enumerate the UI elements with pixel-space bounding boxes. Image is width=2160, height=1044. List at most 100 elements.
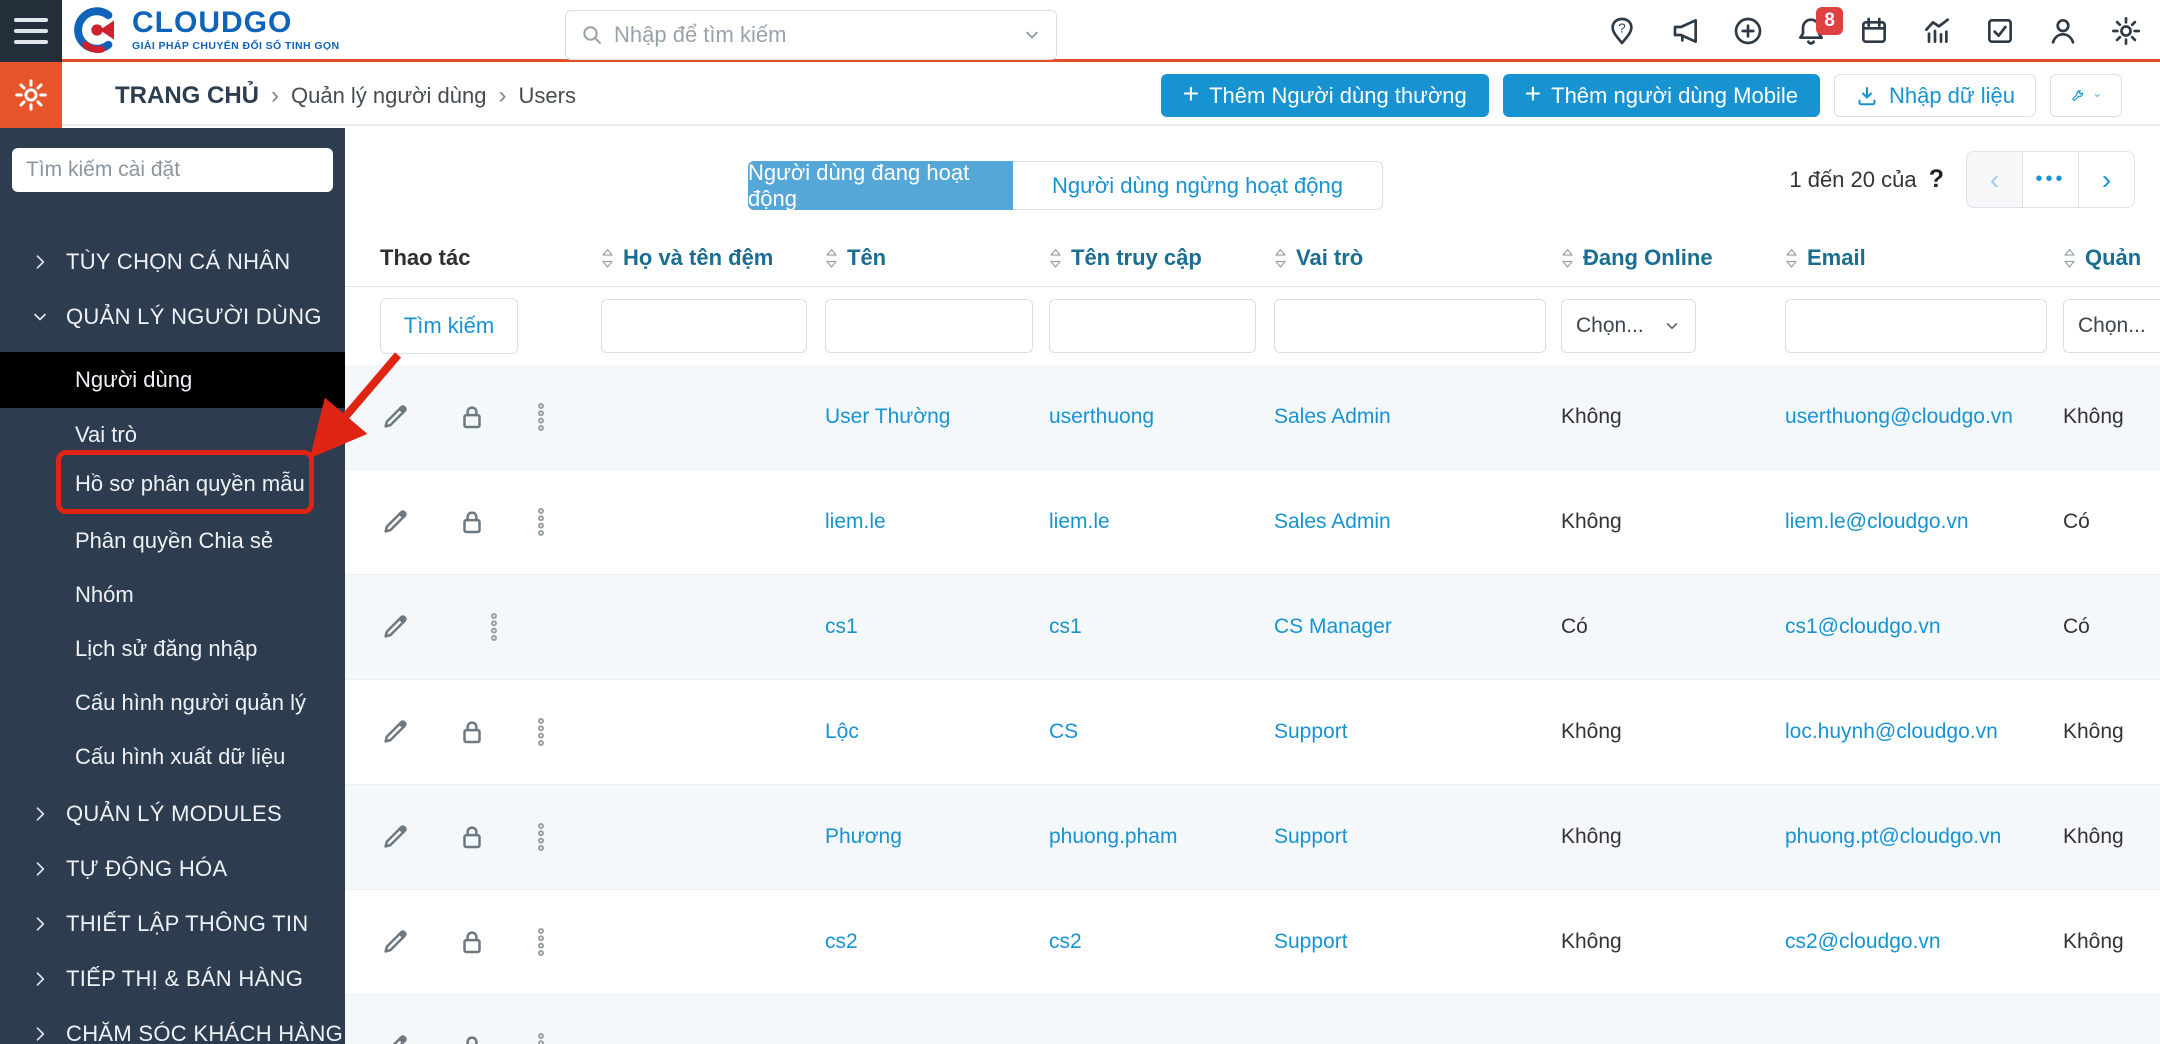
edit-icon[interactable] bbox=[380, 507, 410, 537]
sidebar-item-permission-profiles[interactable]: Hồ sơ phân quyền mẫu bbox=[0, 457, 345, 511]
sidebar-item-roles[interactable]: Vai trò bbox=[0, 408, 345, 462]
tools-dropdown-button[interactable] bbox=[2050, 74, 2122, 117]
tab-inactive-users[interactable]: Người dùng ngừng hoạt động bbox=[1013, 161, 1383, 210]
add-regular-user-button[interactable]: + Thêm Người dùng thường bbox=[1160, 74, 1489, 117]
user-profile-icon[interactable] bbox=[2047, 15, 2079, 47]
kebab-menu-icon[interactable] bbox=[534, 1032, 548, 1044]
lock-icon[interactable] bbox=[457, 507, 487, 537]
cell-username[interactable]: phuong.pham bbox=[1049, 825, 1274, 849]
column-header-email[interactable]: Email bbox=[1785, 245, 2063, 271]
cell-username[interactable]: cs2 bbox=[1049, 930, 1274, 954]
cell-username[interactable]: liem.le bbox=[1049, 510, 1274, 534]
add-mobile-user-button[interactable]: + Thêm người dùng Mobile bbox=[1502, 74, 1820, 117]
filter-middle-name-input[interactable] bbox=[601, 299, 807, 353]
edit-icon[interactable] bbox=[380, 402, 410, 432]
edit-icon[interactable] bbox=[380, 717, 410, 747]
sidebar-section-customer-care[interactable]: CHĂM SÓC KHÁCH HÀNG bbox=[0, 1007, 345, 1044]
sidebar-section-info-setup[interactable]: THIẾT LẬP THÔNG TIN bbox=[0, 897, 345, 951]
megaphone-icon[interactable] bbox=[1669, 15, 1701, 47]
sidebar-section-user-management[interactable]: QUẢN LÝ NGƯỜI DÙNG bbox=[0, 290, 345, 344]
cell-name[interactable]: cs2 bbox=[825, 930, 1049, 954]
calendar-icon[interactable] bbox=[1858, 15, 1890, 47]
cell-name[interactable]: Lộc bbox=[825, 720, 1049, 744]
kebab-menu-icon[interactable] bbox=[534, 507, 548, 537]
lock-icon[interactable] bbox=[457, 717, 487, 747]
cell-username[interactable]: CS bbox=[1049, 720, 1274, 744]
settings-gear-icon[interactable] bbox=[2110, 15, 2142, 47]
sidebar-section-modules[interactable]: QUẢN LÝ MODULES bbox=[0, 787, 345, 841]
sidebar-item-export-config[interactable]: Cấu hình xuất dữ liệu bbox=[0, 730, 345, 784]
filter-username-input[interactable] bbox=[1049, 299, 1256, 353]
more-pages-button[interactable]: ••• bbox=[2022, 151, 2079, 208]
cell-role[interactable]: Support bbox=[1274, 825, 1561, 849]
lock-icon[interactable] bbox=[457, 402, 487, 432]
prev-page-button[interactable]: ‹ bbox=[1966, 151, 2023, 208]
sidebar-item-groups[interactable]: Nhóm bbox=[0, 568, 345, 622]
lock-icon[interactable] bbox=[457, 1032, 487, 1044]
cell-email[interactable]: userthuong@cloudgo.vn bbox=[1785, 405, 2063, 429]
map-pin-help-icon[interactable] bbox=[1606, 15, 1638, 47]
cell-username[interactable]: cs1 bbox=[1049, 615, 1274, 639]
tasks-icon[interactable] bbox=[1984, 15, 2016, 47]
cell-email[interactable]: phuong.pt@cloudgo.vn bbox=[1785, 825, 2063, 849]
global-search-input[interactable] bbox=[614, 22, 1022, 48]
cell-name[interactable]: User Thường bbox=[825, 405, 1049, 429]
column-header-online[interactable]: Đang Online bbox=[1561, 245, 1785, 271]
sidebar-section-personal[interactable]: TÙY CHỌN CÁ NHÂN bbox=[0, 235, 345, 289]
cell-role[interactable]: Support bbox=[1274, 930, 1561, 954]
sidebar-item-manager-config[interactable]: Cấu hình người quản lý bbox=[0, 676, 345, 730]
import-data-button[interactable]: Nhập dữ liệu bbox=[1833, 74, 2036, 117]
cell-email[interactable]: loc.huynh@cloudgo.vn bbox=[1785, 720, 2063, 744]
breadcrumb-home[interactable]: TRANG CHỦ bbox=[115, 82, 259, 110]
cell-role[interactable]: CS Manager bbox=[1274, 615, 1561, 639]
filter-online-select[interactable]: Chọn... bbox=[1561, 299, 1696, 353]
cell-role[interactable]: Sales Admin bbox=[1274, 510, 1561, 534]
edit-icon[interactable] bbox=[380, 612, 410, 642]
sidebar-section-marketing-sales[interactable]: TIẾP THỊ & BÁN HÀNG bbox=[0, 952, 345, 1006]
cell-role[interactable]: Support bbox=[1274, 720, 1561, 744]
cell-email[interactable]: cs1@cloudgo.vn bbox=[1785, 615, 2063, 639]
cell-name[interactable]: liem.le bbox=[825, 510, 1049, 534]
lock-icon[interactable] bbox=[457, 822, 487, 852]
cloudgo-logo[interactable]: CLOUDGO GIẢI PHÁP CHUYỂN ĐỔI SỐ TINH GỌN bbox=[72, 5, 339, 55]
edit-icon[interactable] bbox=[380, 1032, 410, 1044]
settings-module-icon[interactable] bbox=[0, 62, 62, 128]
analytics-icon[interactable] bbox=[1921, 15, 1953, 47]
kebab-menu-icon[interactable] bbox=[487, 612, 501, 642]
filter-email-input[interactable] bbox=[1785, 299, 2047, 353]
filter-manager-select[interactable]: Chọn... bbox=[2063, 299, 2160, 353]
sidebar-item-users[interactable]: Người dùng bbox=[0, 352, 345, 408]
column-header-username[interactable]: Tên truy cập bbox=[1049, 245, 1274, 271]
sidebar-item-login-history[interactable]: Lịch sử đăng nhập bbox=[0, 622, 345, 676]
cell-name[interactable]: Phương bbox=[825, 825, 1049, 849]
hamburger-menu-icon[interactable] bbox=[0, 0, 62, 62]
cell-role[interactable]: Sales Admin bbox=[1274, 405, 1561, 429]
add-circle-icon[interactable] bbox=[1732, 15, 1764, 47]
sidebar-item-sharing-permissions[interactable]: Phân quyền Chia sẻ bbox=[0, 514, 345, 568]
chevron-down-icon[interactable] bbox=[1022, 25, 1042, 45]
cell-name[interactable]: cs1 bbox=[825, 615, 1049, 639]
kebab-menu-icon[interactable] bbox=[534, 717, 548, 747]
kebab-menu-icon[interactable] bbox=[534, 402, 548, 432]
next-page-button[interactable]: › bbox=[2078, 151, 2135, 208]
tab-active-users[interactable]: Người dùng đang hoạt động bbox=[748, 160, 1013, 211]
kebab-menu-icon[interactable] bbox=[534, 822, 548, 852]
sidebar-section-automation[interactable]: TỰ ĐỘNG HÓA bbox=[0, 842, 345, 896]
column-header-middle-name[interactable]: Họ và tên đệm bbox=[601, 245, 825, 271]
sidebar-search-input[interactable] bbox=[26, 158, 319, 182]
cell-email[interactable]: liem.le@cloudgo.vn bbox=[1785, 510, 2063, 534]
lock-icon[interactable] bbox=[457, 927, 487, 957]
column-header-manager[interactable]: Quản bbox=[2063, 245, 2160, 271]
filter-role-input[interactable] bbox=[1274, 299, 1546, 353]
column-header-name[interactable]: Tên bbox=[825, 245, 1049, 271]
breadcrumb-section[interactable]: Quản lý người dùng bbox=[291, 83, 487, 109]
table-search-button[interactable]: Tìm kiếm bbox=[380, 298, 518, 354]
edit-icon[interactable] bbox=[380, 822, 410, 852]
cell-email[interactable]: cs2@cloudgo.vn bbox=[1785, 930, 2063, 954]
column-header-role[interactable]: Vai trò bbox=[1274, 245, 1561, 271]
cell-username[interactable]: userthuong bbox=[1049, 405, 1274, 429]
kebab-menu-icon[interactable] bbox=[534, 927, 548, 957]
filter-name-input[interactable] bbox=[825, 299, 1033, 353]
edit-icon[interactable] bbox=[380, 927, 410, 957]
notifications-bell[interactable]: 8 bbox=[1795, 7, 1843, 47]
